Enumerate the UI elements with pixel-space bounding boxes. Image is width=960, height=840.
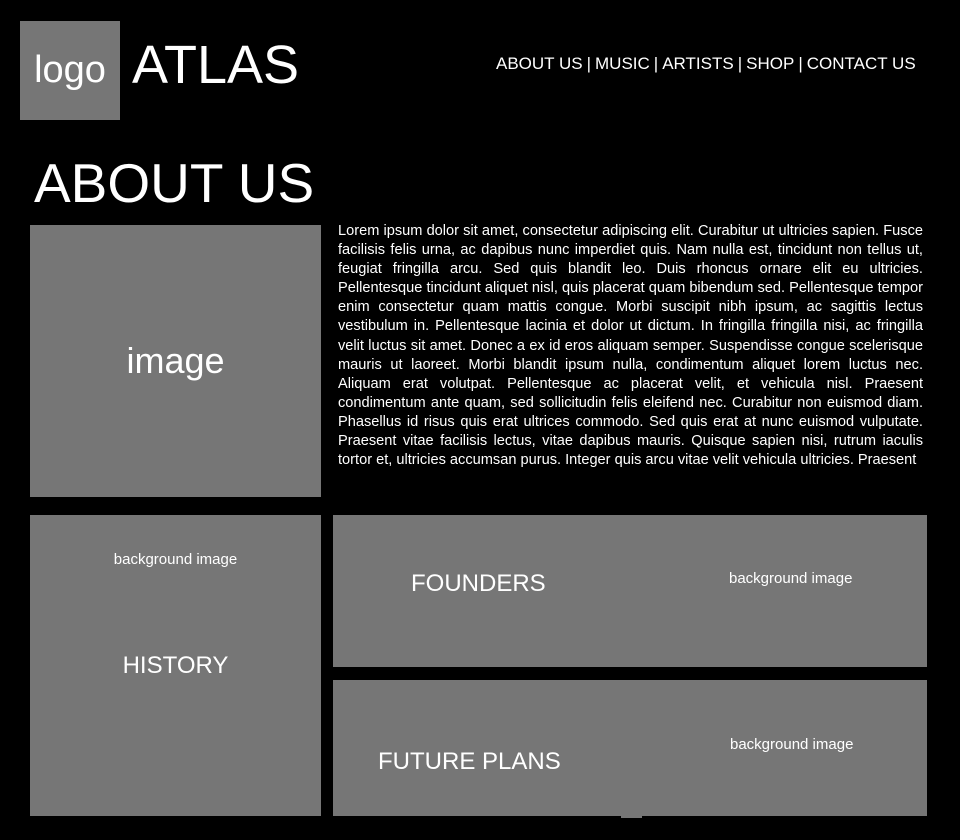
nav-separator: |: [737, 54, 743, 73]
logo-text: logo: [34, 49, 106, 91]
about-paragraph: Lorem ipsum dolor sit amet, consectetur …: [338, 223, 923, 469]
logo[interactable]: logo: [20, 21, 120, 120]
about-image-placeholder: image: [30, 225, 321, 497]
nav-separator: |: [798, 54, 803, 73]
main-nav: ABOUT US | MUSIC | ARTISTS | SHOP | CONTACT US: [496, 53, 916, 75]
history-background-note: background image: [113, 551, 238, 568]
founders-background-note: background image: [729, 570, 853, 587]
nav-separator: |: [653, 54, 659, 73]
history-label: HISTORY: [122, 652, 229, 679]
history-tile[interactable]: background image HISTORY: [30, 515, 321, 816]
future-plans-background-note: background image: [730, 736, 854, 753]
founders-tile[interactable]: FOUNDERS background image: [333, 515, 927, 667]
page-title: ABOUT US: [34, 152, 315, 214]
nav-link-shop[interactable]: SHOP: [746, 54, 794, 73]
future-plans-label: FUTURE PLANS: [378, 748, 561, 775]
nav-link-contact-us[interactable]: CONTACT US: [807, 54, 916, 73]
site-title[interactable]: ATLAS: [132, 34, 299, 96]
founders-label: FOUNDERS: [411, 570, 546, 597]
future-plans-tile[interactable]: FUTURE PLANS background image: [333, 680, 927, 816]
scroll-indicator: [621, 814, 642, 818]
nav-link-music[interactable]: MUSIC: [595, 54, 650, 73]
image-placeholder-label: image: [126, 340, 225, 381]
nav-link-artists[interactable]: ARTISTS: [662, 54, 733, 73]
nav-separator: |: [586, 54, 592, 73]
nav-link-about-us[interactable]: ABOUT US: [496, 54, 583, 73]
